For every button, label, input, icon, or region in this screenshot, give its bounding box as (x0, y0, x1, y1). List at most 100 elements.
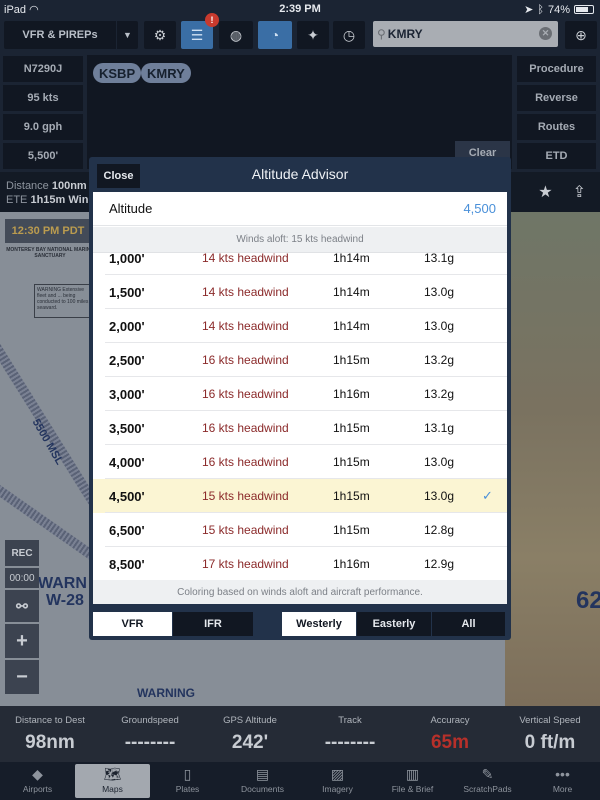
instrument-distance-to-dest[interactable]: Distance to Dest 98nm (0, 706, 100, 754)
gear-icon: ⚙ (153, 26, 167, 43)
route-editor[interactable]: KSBP KMRY (87, 55, 512, 169)
tab-label: File & Brief (391, 784, 434, 794)
row-fuel: 12.9g (424, 557, 455, 571)
altitude-button[interactable]: 5,500' (3, 143, 83, 169)
search-input[interactable] (387, 27, 533, 41)
routes-button[interactable]: Routes (517, 114, 596, 140)
altitude-row[interactable]: 3,500' 16 kts headwind 1h15m 13.1g (93, 411, 507, 445)
altitude-selector[interactable]: Altitude 4,500 (93, 192, 507, 226)
tab-file-brief[interactable]: ▥ File & Brief (375, 764, 450, 798)
altitude-table[interactable]: 1,000' 14 kts headwind 1h14m 13.1g 1,500' 14 … (93, 253, 507, 580)
vfr-option[interactable]: VFR (93, 612, 173, 636)
altitude-row[interactable]: 6,500' 15 kts headwind 1h15m 12.8g (93, 513, 507, 547)
reverse-button[interactable]: Reverse (517, 85, 596, 111)
clear-search-icon[interactable]: ✕ (539, 27, 552, 40)
row-time: 1h16m (333, 387, 370, 401)
tab-more[interactable]: ••• More (525, 764, 600, 798)
ifr-option[interactable]: IFR (173, 612, 254, 636)
instrument-accuracy[interactable]: Accuracy 65m (400, 706, 500, 754)
star-icon[interactable]: ★ (538, 182, 552, 202)
flight-rules-segmented: VFR IFR (93, 612, 254, 636)
altitude-row[interactable]: 3,000' 16 kts headwind 1h16m 13.2g (93, 377, 507, 411)
zoom-out-button[interactable]: − (5, 660, 39, 694)
instrument-panel[interactable]: Distance to Dest 98nm Groundspeed -------- G… (0, 706, 600, 762)
tab-airports[interactable]: ◆ Airports (0, 764, 75, 798)
row-altitude: 2,500' (109, 352, 145, 368)
bluetooth-icon: ᛒ (537, 3, 544, 16)
tab-scratchpads[interactable]: ✎ ScratchPads (450, 764, 525, 798)
instrument-value: -------- (124, 732, 176, 753)
recents-button[interactable]: ◷ (333, 21, 365, 49)
instruments-button[interactable]: ◔ (258, 21, 292, 49)
center-on-location-button[interactable]: ⊕ (565, 21, 597, 49)
row-altitude: 4,500' (109, 488, 145, 504)
tab-label: ScratchPads (463, 784, 512, 794)
instrument-label: Distance to Dest (15, 715, 85, 726)
max-elevation-figure: 62 (576, 587, 600, 614)
location-arrow-icon: ➤ (524, 4, 534, 16)
all-option[interactable]: All (432, 612, 506, 636)
warning-area-id: W-28 (46, 592, 84, 609)
altitude-advisor-dialog: Altitude Advisor Close Altitude 4,500 Wi… (89, 157, 511, 640)
map-layer-select[interactable]: VFR & PIREPs ▼ (4, 21, 138, 49)
row-fuel: 13.1g (424, 421, 455, 435)
easterly-option[interactable]: Easterly (357, 612, 432, 636)
fuel-burn-button[interactable]: 9.0 gph (3, 114, 83, 140)
altitude-row[interactable]: 1,500' 14 kts headwind 1h14m 13.0g (93, 275, 507, 309)
altitude-row[interactable]: 4,000' 16 kts headwind 1h15m 13.0g (93, 445, 507, 479)
record-button[interactable]: REC (5, 540, 39, 566)
altitude-row[interactable]: 1,000' 14 kts headwind 1h14m 13.1g (93, 253, 507, 275)
altitude-row[interactable]: 8,500' 17 kts headwind 1h16m 12.9g (93, 547, 507, 580)
altitude-row[interactable]: 2,000' 14 kts headwind 1h14m 13.0g (93, 309, 507, 343)
etd-button[interactable]: ETD (517, 143, 596, 169)
route-draw-button[interactable]: ⚯ (5, 590, 39, 622)
route-waypoint-ksbp[interactable]: KSBP (93, 63, 142, 83)
checkmark-icon: ✓ (482, 488, 493, 503)
altitude-row[interactable]: 4,500' 15 kts headwind 1h15m 13.0g ✓ (93, 479, 507, 513)
battery-percent: 74% (547, 3, 570, 16)
row-time: 1h15m (333, 523, 370, 537)
row-wind: 16 kts headwind (202, 455, 289, 469)
share-icon[interactable]: ⇪ (573, 182, 586, 202)
map-layers-button[interactable]: ☰ ! (181, 13, 219, 49)
row-fuel: 13.0g (424, 319, 455, 333)
row-fuel: 13.2g (424, 387, 455, 401)
altitude-row[interactable]: 2,500' 16 kts headwind 1h15m 13.2g (93, 343, 507, 377)
documents-icon: ▤ (255, 766, 270, 782)
instrument-label: Groundspeed (121, 715, 179, 726)
instrument-groundspeed[interactable]: Groundspeed -------- (100, 706, 200, 754)
overlays-button[interactable]: ◍ (219, 21, 253, 49)
tab-maps[interactable]: 🗺 Maps (75, 764, 150, 798)
tab-documents[interactable]: ▤ Documents (225, 764, 300, 798)
instrument-value: 98nm (25, 732, 75, 753)
rubber-band-icon: ⚯ (16, 597, 28, 614)
tab-imagery[interactable]: ▨ Imagery (300, 764, 375, 798)
warning-area-bottom-label: WARNING (137, 686, 195, 700)
route-waypoint-kmry[interactable]: KMRY (141, 63, 191, 83)
instrument-track[interactable]: Track -------- (300, 706, 400, 754)
stars-icon: ✦ (307, 26, 319, 43)
row-fuel: 12.8g (424, 523, 455, 537)
row-time: 1h15m (333, 489, 370, 503)
close-button[interactable]: Close (97, 164, 140, 188)
westerly-option[interactable]: Westerly (282, 612, 357, 636)
aircraft-button[interactable]: N7290J (3, 56, 83, 82)
favorites-button[interactable]: ✦ (297, 21, 329, 49)
instrument-label: Track (338, 715, 362, 726)
instrument-vertical-speed[interactable]: Vertical Speed 0 ft/m (500, 706, 600, 754)
row-wind: 14 kts headwind (202, 319, 289, 333)
instrument-gps-altitude[interactable]: GPS Altitude 242' (200, 706, 300, 754)
tab-label: More (552, 784, 573, 794)
row-altitude: 2,000' (109, 318, 145, 334)
procedure-button[interactable]: Procedure (517, 56, 596, 82)
route-ete: 1h15m (30, 194, 66, 206)
search-field[interactable]: ⚲ ✕ (373, 21, 558, 47)
settings-button[interactable]: ⚙ (144, 21, 176, 49)
instrument-value: 0 ft/m (524, 732, 576, 753)
tab-plates[interactable]: ▯ Plates (150, 764, 225, 798)
clock-icon: ◷ (342, 26, 356, 43)
scratchpad-icon: ✎ (481, 766, 494, 782)
speed-button[interactable]: 95 kts (3, 85, 83, 111)
instrument-value: 65m (430, 732, 470, 753)
zoom-in-button[interactable]: + (5, 624, 39, 658)
